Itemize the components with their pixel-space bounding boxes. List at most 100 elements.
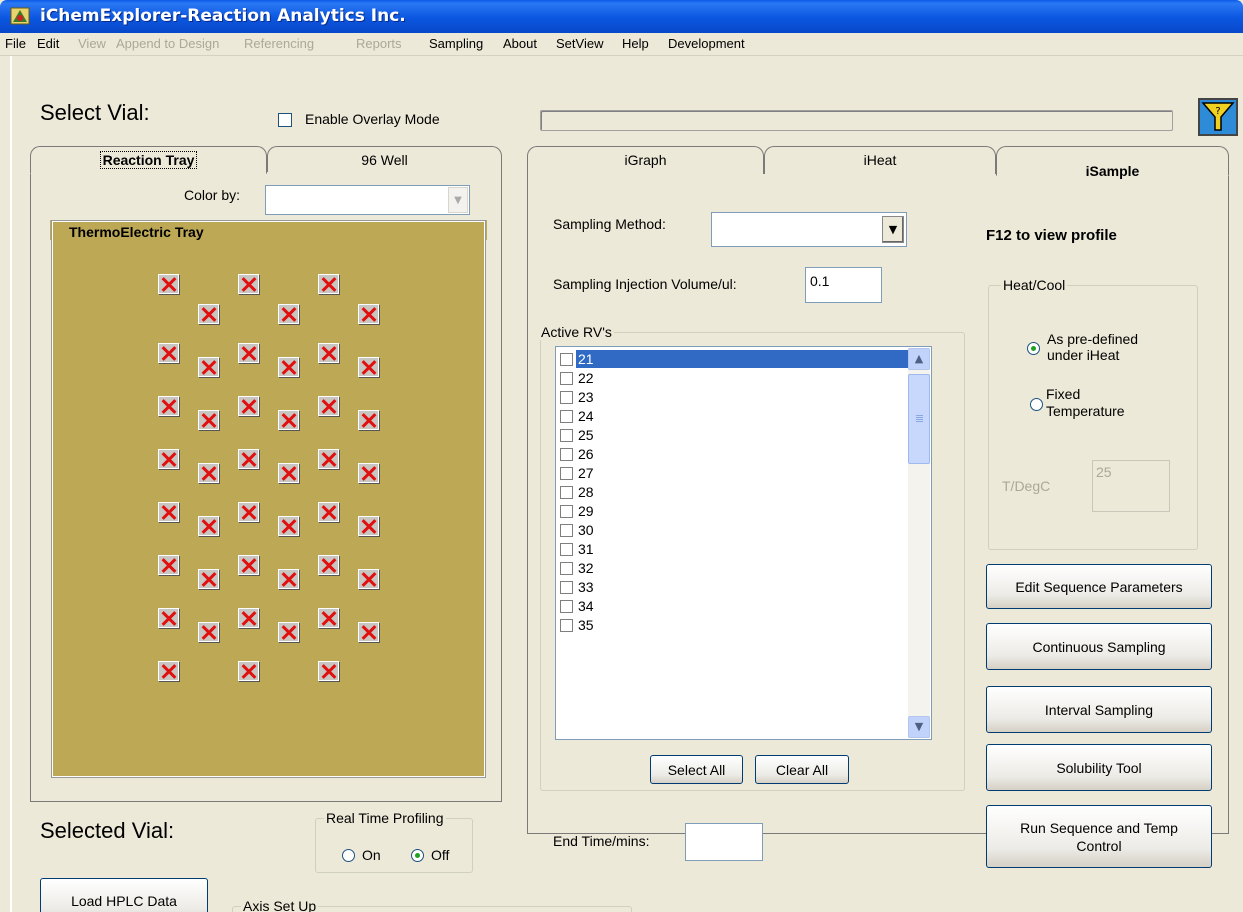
vial-slot[interactable] [238, 274, 259, 294]
vial-slot[interactable] [238, 661, 259, 681]
menu-append-to-design[interactable]: Append to Design [116, 36, 219, 51]
rv-checkbox[interactable] [560, 486, 573, 499]
tab-isample[interactable]: iSample [996, 146, 1229, 179]
sampling-method-select[interactable]: ▼ [711, 212, 907, 247]
vial-slot[interactable] [158, 661, 179, 681]
color-by-select[interactable]: ▼ [265, 185, 470, 215]
rv-list-item[interactable]: 21 [560, 350, 910, 368]
vial-slot[interactable] [158, 555, 179, 575]
menu-referencing[interactable]: Referencing [244, 36, 314, 51]
rv-checkbox[interactable] [560, 429, 573, 442]
vial-slot[interactable] [238, 502, 259, 522]
vial-slot[interactable] [278, 569, 299, 589]
rv-checkbox[interactable] [560, 524, 573, 537]
vial-slot[interactable] [358, 410, 379, 430]
menu-sampling[interactable]: Sampling [429, 36, 483, 51]
tab-igraph[interactable]: iGraph [527, 146, 764, 174]
vial-slot[interactable] [358, 357, 379, 377]
rv-list-item[interactable]: 34 [560, 597, 910, 615]
vial-slot[interactable] [198, 569, 219, 589]
edit-sequence-button[interactable]: Edit Sequence Parameters [986, 564, 1212, 609]
rv-checkbox[interactable] [560, 543, 573, 556]
title-bar[interactable]: iChemExplorer-Reaction Analytics Inc. [0, 0, 1243, 33]
tab-reaction-tray[interactable]: Reaction Tray [30, 146, 267, 174]
vial-slot[interactable] [278, 622, 299, 642]
rv-list-item[interactable]: 26 [560, 445, 910, 463]
rv-list-item[interactable]: 23 [560, 388, 910, 406]
vial-slot[interactable] [158, 274, 179, 294]
run-sequence-button[interactable]: Run Sequence and Temp Control [986, 805, 1212, 868]
rv-list-item[interactable]: 29 [560, 502, 910, 520]
vial-slot[interactable] [278, 516, 299, 536]
realtime-on-radio[interactable] [342, 849, 355, 862]
rv-list-item[interactable]: 33 [560, 578, 910, 596]
vial-slot[interactable] [238, 608, 259, 628]
vial-slot[interactable] [318, 502, 339, 522]
vial-slot[interactable] [358, 622, 379, 642]
load-hplc-button[interactable]: Load HPLC Data [40, 878, 208, 912]
vial-slot[interactable] [358, 304, 379, 324]
rv-checkbox[interactable] [560, 448, 573, 461]
rv-list-item[interactable]: 32 [560, 559, 910, 577]
vial-slot[interactable] [198, 410, 219, 430]
injection-volume-input[interactable]: 0.1 [805, 267, 882, 303]
tab-iheat[interactable]: iHeat [764, 146, 996, 174]
rv-checkbox[interactable] [560, 505, 573, 518]
rv-checkbox[interactable] [560, 372, 573, 385]
end-time-input[interactable] [685, 823, 763, 861]
realtime-off-radio[interactable] [411, 849, 424, 862]
vial-slot[interactable] [238, 555, 259, 575]
vial-slot[interactable] [158, 396, 179, 416]
scroll-up-icon[interactable]: ▲ [908, 348, 930, 370]
vial-slot[interactable] [318, 608, 339, 628]
rv-list-item[interactable]: 25 [560, 426, 910, 444]
continuous-sampling-button[interactable]: Continuous Sampling [986, 623, 1212, 670]
tab-96-well[interactable]: 96 Well [267, 146, 502, 172]
rv-checkbox[interactable] [560, 391, 573, 404]
rv-checkbox[interactable] [560, 562, 573, 575]
vial-slot[interactable] [198, 622, 219, 642]
menu-about[interactable]: About [503, 36, 537, 51]
active-rvs-list[interactable]: 21 22 23 24 25 26 27 28 29 30 31 32 33 34 35 [555, 346, 932, 740]
vial-slot[interactable] [158, 449, 179, 469]
rv-list-item[interactable]: 27 [560, 464, 910, 482]
vial-slot[interactable] [238, 449, 259, 469]
vial-slot[interactable] [318, 555, 339, 575]
vial-slot[interactable] [198, 463, 219, 483]
vial-slot[interactable] [158, 608, 179, 628]
rv-checkbox[interactable] [560, 619, 573, 632]
overlay-mode-checkbox[interactable] [278, 113, 292, 127]
rv-checkbox[interactable] [560, 353, 573, 366]
vial-slot[interactable] [198, 357, 219, 377]
select-all-button[interactable]: Select All [650, 755, 743, 784]
vial-slot[interactable] [318, 396, 339, 416]
menu-development[interactable]: Development [668, 36, 745, 51]
predefined-radio[interactable] [1027, 342, 1040, 355]
vial-slot[interactable] [318, 343, 339, 363]
vial-slot[interactable] [198, 516, 219, 536]
vial-slot[interactable] [238, 343, 259, 363]
scroll-down-icon[interactable]: ▼ [908, 716, 930, 738]
rv-list-item[interactable]: 28 [560, 483, 910, 501]
vial-slot[interactable] [358, 463, 379, 483]
menu-setview[interactable]: SetView [556, 36, 603, 51]
rv-list-item[interactable]: 24 [560, 407, 910, 425]
vial-slot[interactable] [278, 357, 299, 377]
rv-list-item[interactable]: 30 [560, 521, 910, 539]
rv-checkbox[interactable] [560, 581, 573, 594]
rv-list-item[interactable]: 35 [560, 616, 910, 634]
vial-slot[interactable] [318, 449, 339, 469]
vial-slot[interactable] [278, 410, 299, 430]
chevron-down-icon[interactable]: ▼ [448, 187, 468, 213]
vial-slot[interactable] [238, 396, 259, 416]
menu-reports[interactable]: Reports [356, 36, 402, 51]
vial-slot[interactable] [278, 304, 299, 324]
chevron-down-icon[interactable]: ▼ [882, 216, 904, 243]
temp-input[interactable]: 25 [1092, 460, 1170, 512]
menu-edit[interactable]: Edit [37, 36, 59, 51]
vial-slot[interactable] [358, 569, 379, 589]
rv-checkbox[interactable] [560, 600, 573, 613]
vial-slot[interactable] [198, 304, 219, 324]
scroll-thumb[interactable] [908, 374, 930, 464]
rv-checkbox[interactable] [560, 467, 573, 480]
